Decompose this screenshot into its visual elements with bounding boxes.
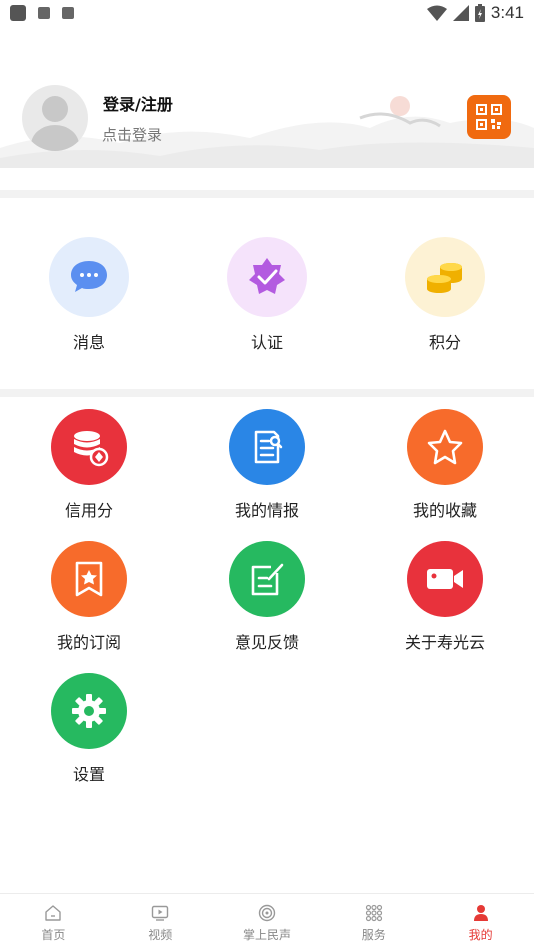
play-icon [151, 905, 169, 921]
section-divider [0, 190, 534, 198]
grid-label: 我的订阅 [56, 633, 121, 652]
qr-code-button[interactable] [467, 95, 511, 139]
font-notification-icon [62, 7, 74, 19]
battery-icon [474, 4, 485, 22]
click-login-hint[interactable]: 点击登录 [102, 124, 162, 145]
nav-item-services[interactable]: 服务 [320, 894, 427, 950]
app-notification-icon [10, 5, 26, 21]
feedback-icon [229, 541, 305, 617]
quick-label: 认证 [250, 333, 283, 352]
grid-label: 设置 [72, 765, 105, 784]
grid-label: 信用分 [64, 501, 113, 520]
bottom-nav: 首页 视频 掌上民声 服务 我的 [0, 893, 534, 950]
grid-label: 关于寿光云 [404, 633, 485, 652]
nav-label: 首页 [41, 928, 66, 942]
mail-notification-icon [38, 7, 50, 19]
report-icon [229, 409, 305, 485]
grid-item-report[interactable]: 我的情报 [197, 409, 337, 521]
voice-icon [258, 904, 276, 922]
quick-label: 积分 [428, 333, 461, 352]
nav-item-voice[interactable]: 掌上民声 [214, 894, 321, 950]
video-icon [407, 541, 483, 617]
section-divider [0, 389, 534, 397]
clock: 3:41 [490, 3, 524, 22]
home-icon [45, 905, 62, 921]
qr-code-icon [476, 104, 502, 130]
grid-label: 我的收藏 [412, 501, 477, 520]
user-icon [473, 905, 488, 921]
grid-item-feedback[interactable]: 意见反馈 [197, 541, 337, 653]
grid-item-settings[interactable]: 设置 [19, 673, 159, 785]
wifi-icon [426, 5, 447, 21]
grid-dots-icon [365, 904, 382, 922]
notification-icons [10, 5, 74, 21]
star-icon [407, 409, 483, 485]
login-register-title[interactable]: 登录/注册 [103, 91, 173, 115]
nav-item-mine[interactable]: 我的 [427, 894, 534, 950]
gear-icon [51, 673, 127, 749]
certify-icon [227, 237, 307, 317]
grid-item-about[interactable]: 关于寿光云 [375, 541, 515, 653]
grid-item-credit[interactable]: 信用分 [19, 409, 159, 521]
avatar[interactable] [22, 85, 88, 151]
quick-item-points[interactable]: 积分 [385, 237, 505, 353]
profile-header[interactable]: 登录/注册 点击登录 [0, 28, 534, 190]
quick-label: 消息 [72, 333, 105, 352]
nav-label: 我的 [468, 928, 493, 942]
grid-item-subscriptions[interactable]: 我的订阅 [19, 541, 159, 653]
quick-item-certify[interactable]: 认证 [207, 237, 327, 353]
grid-label: 意见反馈 [234, 633, 299, 652]
status-bar: 3:41 [0, 0, 534, 28]
message-icon [49, 237, 129, 317]
signal-icon [452, 5, 469, 21]
credit-icon [51, 409, 127, 485]
nav-label: 掌上民声 [242, 928, 291, 942]
grid-item-favorites[interactable]: 我的收藏 [375, 409, 515, 521]
nav-label: 视频 [148, 928, 173, 942]
grid-label: 我的情报 [234, 501, 299, 520]
nav-label: 服务 [361, 928, 386, 942]
quick-item-messages[interactable]: 消息 [29, 237, 149, 353]
nav-item-home[interactable]: 首页 [0, 894, 107, 950]
bookmark-icon [51, 541, 127, 617]
system-indicators: 3:41 [426, 3, 524, 23]
coins-icon [405, 237, 485, 317]
nav-item-video[interactable]: 视频 [107, 894, 214, 950]
